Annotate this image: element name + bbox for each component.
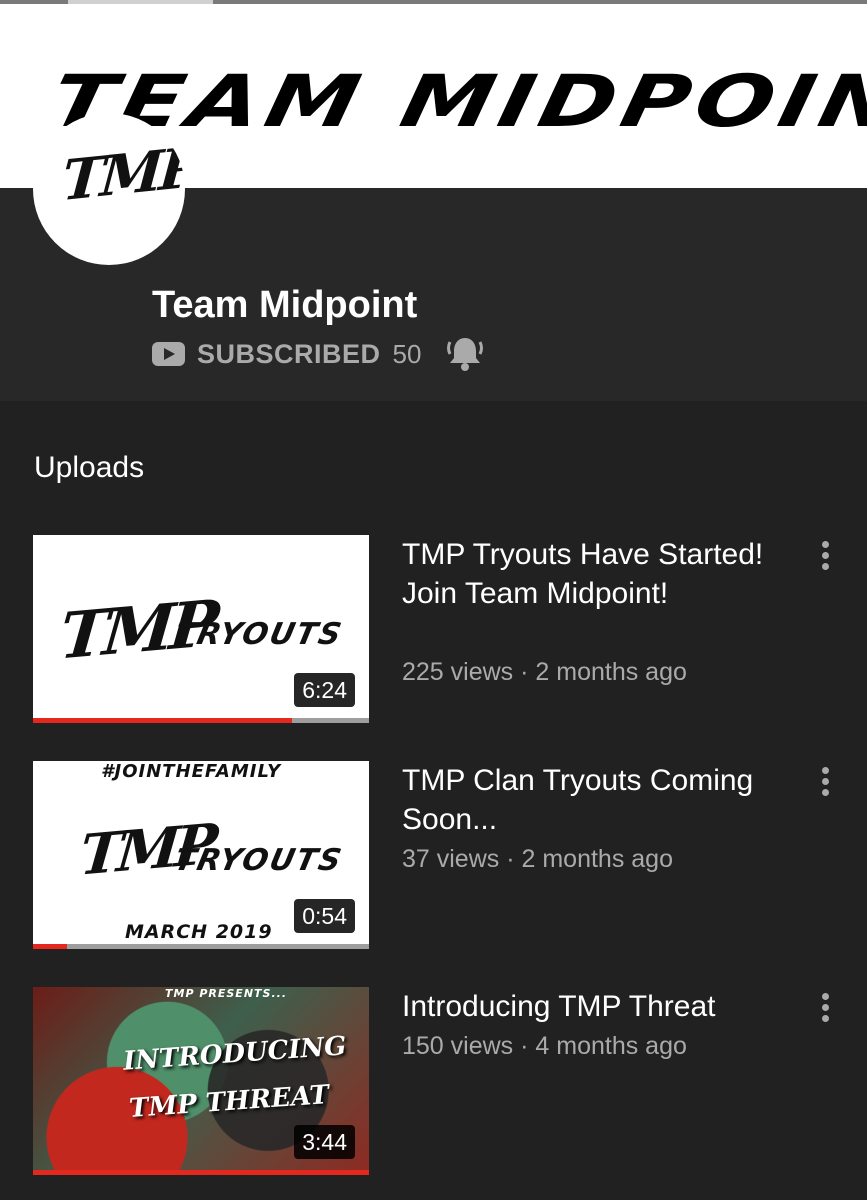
video-views: 225 views: [402, 658, 514, 686]
video-meta: 37 views · 2 months ago: [402, 843, 673, 875]
thumbnail-bottom-text: MARCH 2019: [125, 921, 273, 943]
video-item[interactable]: TMP PRESENTS... INTRODUCING TMP THREAT 3…: [0, 987, 867, 1177]
more-vert-icon[interactable]: [814, 993, 836, 1023]
video-duration: 0:54: [294, 899, 355, 933]
meta-separator: ·: [513, 658, 536, 686]
video-age: 2 months ago: [535, 658, 687, 686]
watch-progress-bar: [33, 1170, 369, 1175]
watch-progress-bar: [33, 944, 369, 949]
watch-progress-bar: [33, 718, 369, 723]
channel-name: Team Midpoint: [152, 284, 418, 326]
video-item[interactable]: TMP TRYOUTS 6:24 TMP Tryouts Have Starte…: [0, 535, 867, 725]
avatar-logo: TMP: [60, 134, 185, 215]
meta-separator: ·: [513, 1032, 536, 1060]
video-age: 2 months ago: [521, 845, 673, 873]
video-duration: 6:24: [294, 673, 355, 707]
subscribed-button[interactable]: SUBSCRIBED: [197, 339, 381, 370]
video-views: 37 views: [402, 845, 500, 873]
watch-progress-fill: [33, 1170, 369, 1175]
video-meta: 225 views · 2 months ago: [402, 656, 687, 688]
thumbnail-top-text: #JOINTHEFAMILY: [101, 761, 282, 782]
video-meta: 150 views · 4 months ago: [402, 1030, 687, 1062]
watch-progress-fill: [33, 718, 292, 723]
video-thumbnail[interactable]: TMP PRESENTS... INTRODUCING TMP THREAT 3…: [33, 987, 369, 1175]
subscription-row: SUBSCRIBED 50: [152, 334, 487, 374]
watch-progress-fill: [33, 944, 67, 949]
video-title[interactable]: Introducing TMP Threat: [402, 987, 802, 1026]
video-thumbnail[interactable]: TMP TRYOUTS 6:24: [33, 535, 369, 723]
meta-separator: ·: [499, 845, 522, 873]
youtube-icon: [152, 342, 185, 366]
video-duration: 3:44: [294, 1125, 355, 1159]
thumbnail-text: TRYOUTS: [171, 617, 347, 652]
more-vert-icon[interactable]: [814, 767, 836, 797]
video-thumbnail[interactable]: #JOINTHEFAMILY TMP TRYOUTS MARCH 2019 0:…: [33, 761, 369, 949]
subscriber-count: 50: [392, 338, 422, 369]
thumbnail-text: TRYOUTS: [171, 843, 347, 878]
more-vert-icon[interactable]: [814, 541, 836, 571]
section-title-uploads: Uploads: [34, 451, 145, 484]
video-views: 150 views: [402, 1032, 514, 1060]
video-title[interactable]: TMP Tryouts Have Started! Join Team Midp…: [402, 535, 802, 613]
thumbnail-top-text: TMP PRESENTS...: [165, 987, 287, 1000]
video-item[interactable]: #JOINTHEFAMILY TMP TRYOUTS MARCH 2019 0:…: [0, 761, 867, 951]
video-title[interactable]: TMP Clan Tryouts Coming Soon...: [402, 761, 802, 839]
bell-icon[interactable]: [443, 332, 487, 376]
channel-avatar[interactable]: TMP: [33, 113, 185, 265]
banner-logo-text: TEAM MIDPOINT: [43, 59, 867, 144]
video-age: 4 months ago: [535, 1032, 687, 1060]
